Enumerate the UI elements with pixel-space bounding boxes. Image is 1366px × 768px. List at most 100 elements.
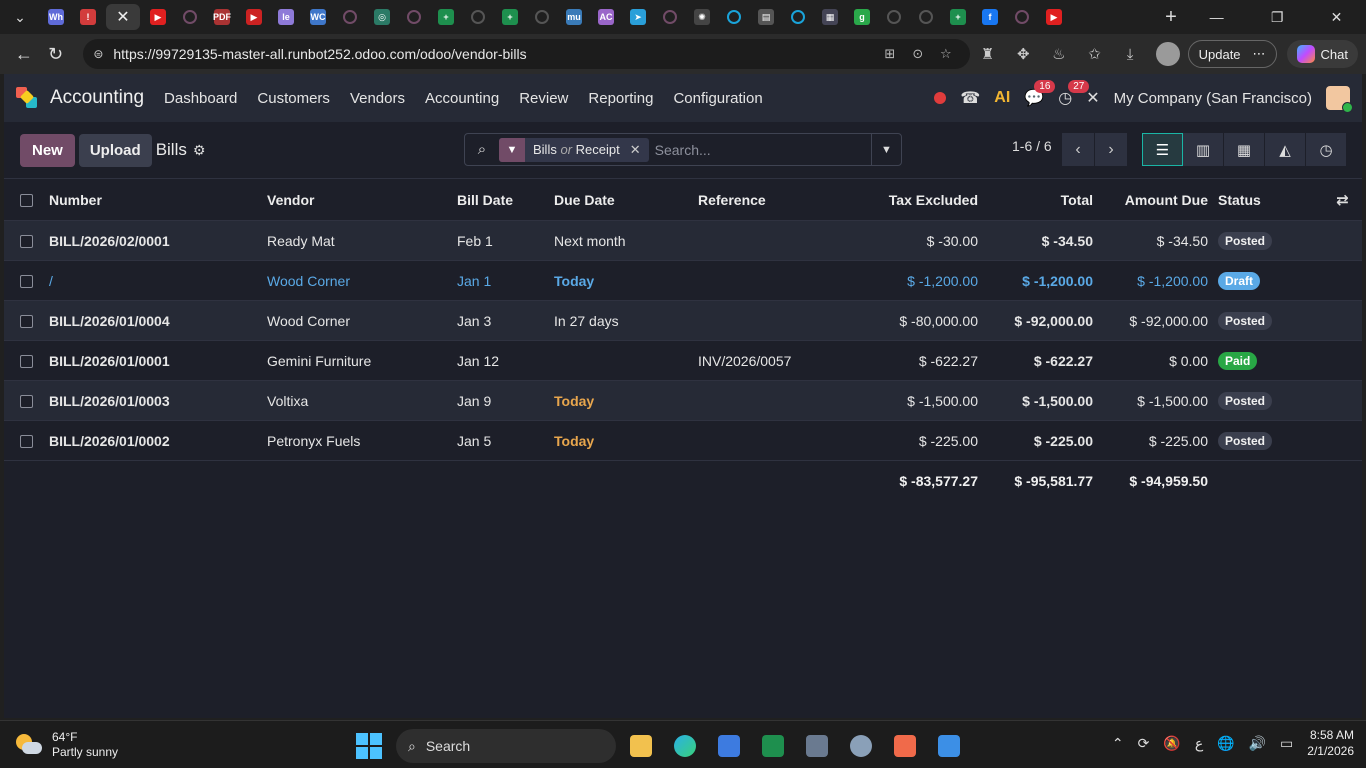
header-tax-excluded[interactable]: Tax Excluded bbox=[828, 179, 978, 221]
list-view-icon[interactable]: ☰ bbox=[1142, 133, 1183, 166]
menu-accounting[interactable]: Accounting bbox=[425, 90, 499, 107]
select-all-checkbox[interactable] bbox=[20, 194, 33, 208]
debug-tools-icon[interactable]: ✕ bbox=[1086, 88, 1099, 108]
header-bill-date[interactable]: Bill Date bbox=[457, 179, 554, 221]
network-globe-icon[interactable]: 🌐 bbox=[1217, 735, 1234, 752]
table-row[interactable]: BILL/2026/02/0001 Ready Mat Feb 1 Next mont… bbox=[4, 220, 1362, 261]
url-text[interactable]: https://99729135-master-all.runbot252.od… bbox=[113, 46, 875, 62]
photos-icon[interactable] bbox=[930, 729, 968, 763]
pager-value[interactable]: 1-6 / 6 bbox=[1012, 138, 1052, 154]
activity-view-icon[interactable]: ◷ bbox=[1306, 133, 1347, 166]
browser-tab[interactable]: Wh bbox=[42, 4, 70, 30]
kanban-view-icon[interactable]: ▥ bbox=[1183, 133, 1224, 166]
puzzle-extensions-icon[interactable]: ✥ bbox=[1005, 45, 1041, 63]
bell-off-icon[interactable]: 🔕 bbox=[1163, 735, 1180, 752]
volume-icon[interactable]: 🔊 bbox=[1249, 735, 1266, 752]
browser-tab[interactable]: + bbox=[432, 4, 460, 30]
refresh-icon[interactable]: ↻ bbox=[40, 38, 72, 70]
show-hidden-icons-icon[interactable]: ⌃ bbox=[1112, 735, 1124, 752]
favorite-star-icon[interactable]: ☆ bbox=[932, 46, 960, 62]
optional-columns-icon[interactable]: ⇄ bbox=[1323, 179, 1362, 221]
ai-icon[interactable]: AI bbox=[994, 89, 1010, 107]
edge-browser-icon[interactable] bbox=[666, 729, 704, 763]
browser-tab[interactable]: ▦ bbox=[816, 4, 844, 30]
browser-tab[interactable]: g bbox=[848, 4, 876, 30]
browser-tab[interactable]: ➤ bbox=[624, 4, 652, 30]
new-button[interactable]: New bbox=[20, 133, 75, 167]
profile-avatar[interactable] bbox=[1155, 42, 1180, 66]
weather-widget[interactable]: 64°F Partly sunny bbox=[16, 730, 316, 760]
pivot-view-icon[interactable]: ▦ bbox=[1224, 133, 1265, 166]
menu-vendors[interactable]: Vendors bbox=[350, 90, 405, 107]
row-checkbox[interactable] bbox=[20, 275, 33, 289]
header-amount-due[interactable]: Amount Due bbox=[1093, 179, 1208, 221]
browser-tab[interactable]: ▶ bbox=[144, 4, 172, 30]
excel-icon[interactable] bbox=[754, 729, 792, 763]
menu-dashboard[interactable]: Dashboard bbox=[164, 90, 237, 107]
taskbar-search[interactable]: ⌕ Search bbox=[396, 729, 616, 763]
windows-start-icon[interactable] bbox=[356, 733, 382, 759]
app-available-icon[interactable]: ⊞ bbox=[876, 46, 904, 62]
browser-tab[interactable]: ✺ bbox=[688, 4, 716, 30]
graph-view-icon[interactable]: ◭ bbox=[1265, 133, 1306, 166]
header-due-date[interactable]: Due Date bbox=[554, 179, 698, 221]
browser-tab[interactable]: ! bbox=[74, 4, 102, 30]
remove-facet-icon[interactable]: ✕ bbox=[628, 142, 649, 158]
row-checkbox[interactable] bbox=[20, 395, 33, 409]
browser-tab[interactable]: AC bbox=[592, 4, 620, 30]
browser-tab[interactable] bbox=[176, 4, 204, 30]
input-language[interactable]: ع bbox=[1195, 735, 1203, 752]
menu-configuration[interactable]: Configuration bbox=[673, 90, 762, 107]
header-reference[interactable]: Reference bbox=[698, 179, 828, 221]
activity-clock-icon[interactable]: ◷ 27 bbox=[1058, 80, 1090, 108]
performance-icon[interactable]: ♨ bbox=[1041, 45, 1077, 63]
browser-tab[interactable] bbox=[528, 4, 556, 30]
browser-tab[interactable]: + bbox=[496, 4, 524, 30]
browser-tab[interactable]: ▤ bbox=[752, 4, 780, 30]
header-status[interactable]: Status bbox=[1218, 179, 1323, 221]
more-options-circle-icon[interactable]: ⊙ bbox=[904, 46, 932, 62]
header-number[interactable]: Number bbox=[49, 179, 267, 221]
browser-tab[interactable] bbox=[656, 4, 684, 30]
browser-tab[interactable]: f bbox=[976, 4, 1004, 30]
search-icon[interactable]: ⌕ bbox=[465, 141, 499, 158]
row-checkbox[interactable] bbox=[20, 315, 33, 329]
app-name[interactable]: Accounting bbox=[50, 87, 144, 109]
table-row[interactable]: / Wood Corner Jan 1 Today $ -1,200.00 $ -1,20… bbox=[4, 260, 1362, 301]
user-avatar[interactable] bbox=[1326, 86, 1353, 113]
copilot-chat-button[interactable]: Chat bbox=[1286, 40, 1358, 68]
header-vendor[interactable]: Vendor bbox=[267, 179, 457, 221]
browser-tab[interactable] bbox=[784, 4, 812, 30]
table-row[interactable]: BILL/2026/01/0001 Gemini Furniture Jan 12 I… bbox=[4, 340, 1362, 381]
favorites-icon[interactable]: ✩ bbox=[1077, 45, 1113, 63]
messages-icon[interactable]: 💬 16 bbox=[1024, 80, 1056, 108]
browser-tab[interactable]: ◎ bbox=[368, 4, 396, 30]
menu-customers[interactable]: Customers bbox=[257, 90, 330, 107]
search-options-toggle-icon[interactable]: ▼ bbox=[871, 133, 901, 166]
browser-tab[interactable] bbox=[464, 4, 492, 30]
table-row[interactable]: BILL/2026/01/0002 Petronyx Fuels Jan 5 Toda… bbox=[4, 420, 1362, 461]
previous-page-icon[interactable]: ‹ bbox=[1062, 133, 1094, 166]
gear-icon[interactable]: ⚙ bbox=[193, 142, 206, 159]
site-info-icon[interactable]: ⊜ bbox=[93, 47, 103, 61]
sync-icon[interactable]: ⟳ bbox=[1138, 735, 1150, 752]
menu-reporting[interactable]: Reporting bbox=[588, 90, 653, 107]
menu-review[interactable]: Review bbox=[519, 90, 568, 107]
row-checkbox[interactable] bbox=[20, 435, 33, 449]
close-window-icon[interactable]: ✕ bbox=[1331, 9, 1343, 26]
browser-tab[interactable] bbox=[400, 4, 428, 30]
browser-tab[interactable]: mu bbox=[560, 4, 588, 30]
browser-tab[interactable] bbox=[912, 4, 940, 30]
back-arrow-icon[interactable]: ← bbox=[8, 38, 40, 70]
next-page-icon[interactable]: › bbox=[1095, 133, 1127, 166]
row-checkbox[interactable] bbox=[20, 235, 33, 249]
browser-tab[interactable] bbox=[336, 4, 364, 30]
battery-icon[interactable]: ▭ bbox=[1280, 735, 1293, 752]
browser-tab[interactable]: ✕ bbox=[106, 4, 140, 30]
tab-actions-chevron-icon[interactable]: ⌄ bbox=[0, 0, 40, 34]
phone-icon[interactable]: ☎ bbox=[960, 88, 980, 108]
browser-tab[interactable]: ▶ bbox=[240, 4, 268, 30]
paint-icon[interactable] bbox=[886, 729, 924, 763]
update-button[interactable]: Update ⋯ bbox=[1187, 40, 1277, 68]
accounting-app-icon[interactable] bbox=[16, 87, 38, 109]
